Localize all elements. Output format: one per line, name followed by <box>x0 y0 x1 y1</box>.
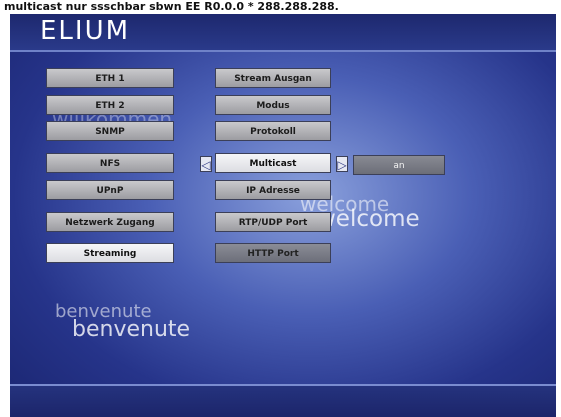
left-arrow-icon[interactable]: ◁ <box>200 156 212 172</box>
menu-item-multicast[interactable]: Multicast <box>215 153 331 173</box>
menu-item-eth2[interactable]: ETH 2 <box>46 95 174 115</box>
tv-menu-screen: ELIUM willkommen welcome welcome benvenu… <box>10 14 556 417</box>
watermark-benvenute-large: benvenute <box>72 317 191 342</box>
menu-item-streaming[interactable]: Streaming <box>46 243 174 263</box>
menu-item-eth1[interactable]: ETH 1 <box>46 68 174 88</box>
menu-item-netzwerk-zugang[interactable]: Netzwerk Zugang <box>46 212 174 232</box>
menu-item-rtp-udp-port[interactable]: RTP/UDP Port <box>215 212 331 232</box>
menu-item-http-port[interactable]: HTTP Port <box>215 243 331 263</box>
watermark-welcome-large: welcome <box>317 206 420 232</box>
footer-bar <box>10 384 556 417</box>
menu-item-snmp[interactable]: SNMP <box>46 121 174 141</box>
menu-item-nfs[interactable]: NFS <box>46 153 174 173</box>
menu-item-upnp[interactable]: UPnP <box>46 180 174 200</box>
multicast-value-field[interactable]: an <box>353 155 445 175</box>
menu-item-modus[interactable]: Modus <box>215 95 331 115</box>
right-arrow-icon[interactable]: ▷ <box>336 156 348 172</box>
menu-item-protokoll[interactable]: Protokoll <box>215 121 331 141</box>
header-bar: ELIUM <box>10 14 556 52</box>
elium-logo: ELIUM <box>40 16 131 46</box>
window-titlebar: multicast nur ssschbar sbwn EE R0.0.0 * … <box>0 0 561 14</box>
menu-item-stream-ausgang[interactable]: Stream Ausgan <box>215 68 331 88</box>
menu-item-ip-adresse[interactable]: IP Adresse <box>215 180 331 200</box>
